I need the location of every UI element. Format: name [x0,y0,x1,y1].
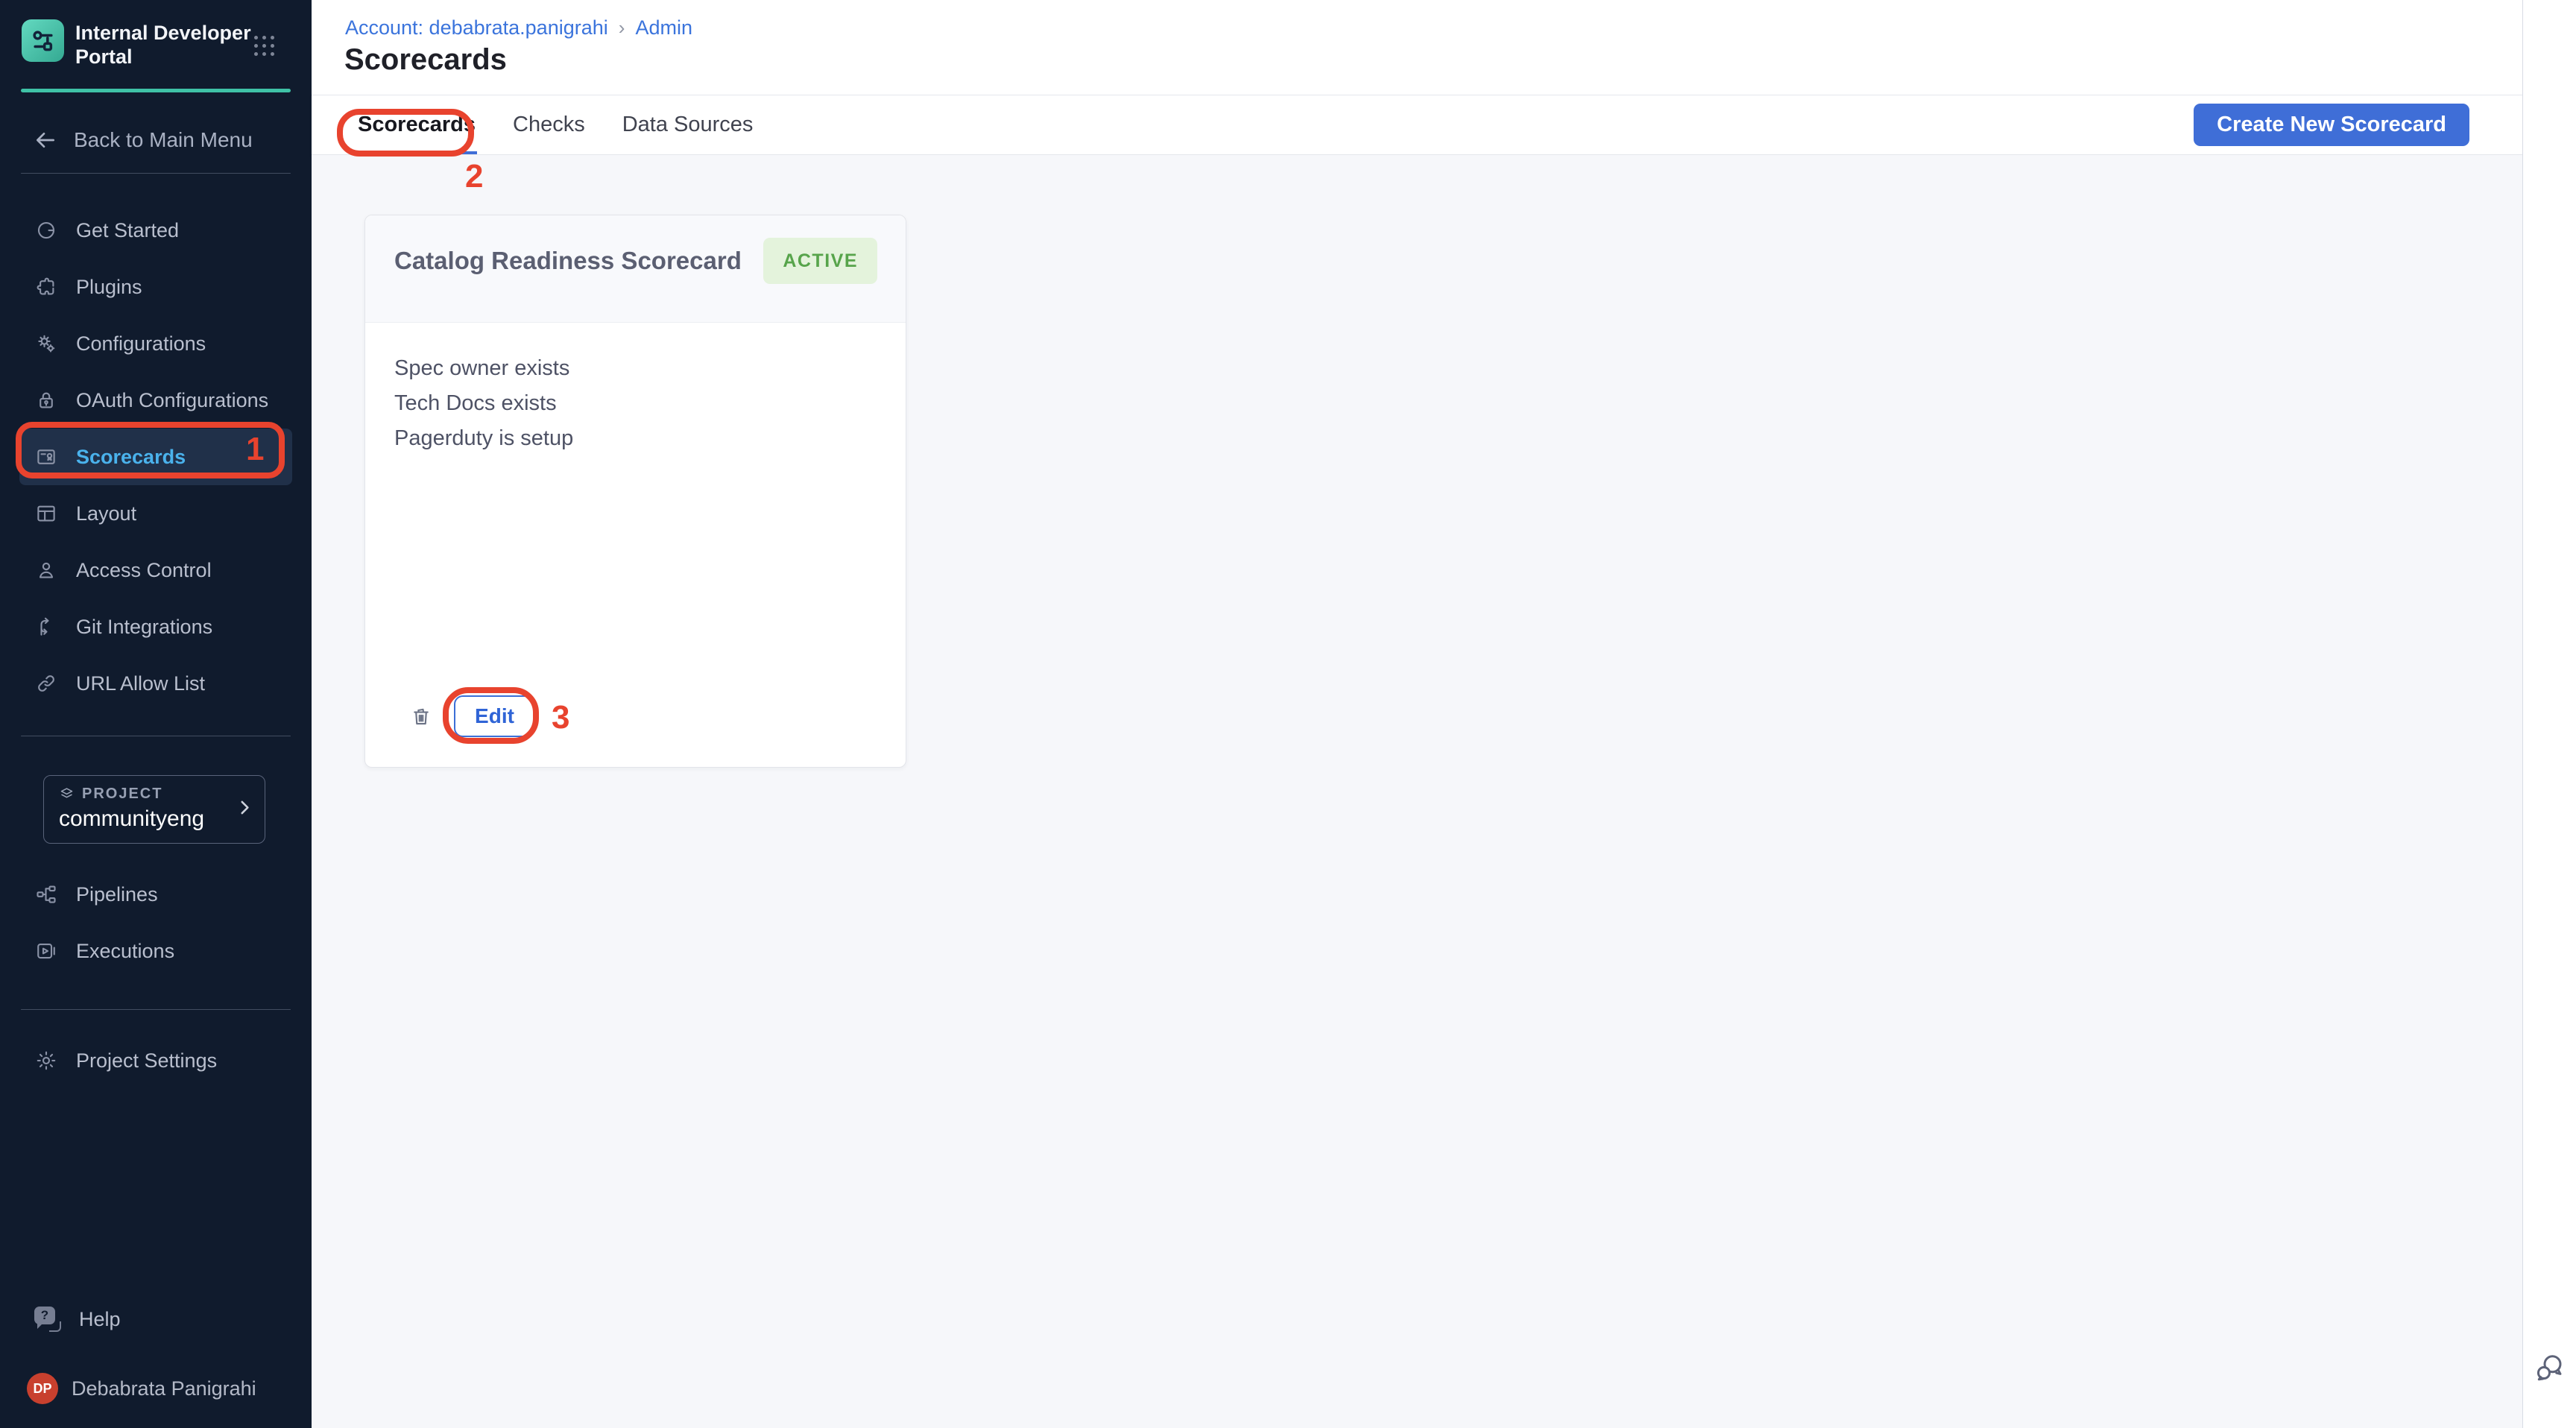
project-nav: Pipelines Executions [0,866,312,979]
apps-grid-icon[interactable] [254,36,274,56]
back-label: Back to Main Menu [74,128,253,152]
gear-icon [34,1049,58,1072]
lock-icon [34,388,58,412]
sidebar-item-git-integrations[interactable]: Git Integrations [19,598,292,655]
play-square-icon [34,939,58,963]
tab-bar: Scorecards Checks Data Sources Create Ne… [312,95,2522,155]
scorecard-card: Catalog Readiness Scorecard ACTIVE Spec … [364,215,906,768]
breadcrumb-account-link[interactable]: Account: debabrata.panigrahi [345,16,608,40]
page-title: Scorecards [344,43,507,77]
sidebar-item-scorecards[interactable]: Scorecards [19,429,292,485]
chat-support-icon[interactable] [2534,1352,2566,1383]
status-badge: ACTIVE [763,238,877,284]
tab-data-sources[interactable]: Data Sources [621,95,755,154]
breadcrumb-separator-icon: › [619,16,625,40]
sidebar-item-pipelines[interactable]: Pipelines [19,866,292,923]
app-title: Internal Developer Portal [75,21,251,69]
check-item: Spec owner exists [394,351,877,386]
avatar: DP [27,1373,58,1404]
sidebar-item-layout[interactable]: Layout [19,485,292,542]
tab-checks[interactable]: Checks [511,95,587,154]
sidebar-item-project-settings[interactable]: Project Settings [19,1032,292,1089]
right-rail [2522,0,2576,1428]
sidebar-item-help[interactable]: ? Help [19,1291,292,1348]
user-icon [34,558,58,582]
project-label-row: PROJECT [59,786,250,803]
check-item: Pagerduty is setup [394,421,877,456]
main-area: Account: debabrata.panigrahi › Admin Sco… [312,0,2522,1428]
idp-logo-icon [22,19,64,62]
content-area: Catalog Readiness Scorecard ACTIVE Spec … [312,155,2522,1428]
scorecard-icon [34,445,58,469]
sidebar-item-plugins[interactable]: Plugins [19,259,292,315]
page-header: Account: debabrata.panigrahi › Admin Sco… [312,0,2522,95]
trash-icon [410,704,432,728]
pipeline-icon [34,882,58,906]
sidebar-item-oauth-configurations[interactable]: OAuth Configurations [19,372,292,429]
breadcrumb: Account: debabrata.panigrahi › Admin [345,16,692,40]
sidebar-nav: Get Started Plugins Configurations OAuth… [0,202,312,712]
link-icon [34,672,58,695]
layers-icon [59,786,75,802]
sidebar-item-get-started[interactable]: Get Started [19,202,292,259]
sidebar-logo-row: Internal Developer Portal [0,0,312,69]
git-branch-icon [34,615,58,639]
sidebar-accent-divider [21,89,291,92]
scorecard-actions: Edit [406,695,535,737]
breadcrumb-admin-link[interactable]: Admin [635,16,692,40]
compass-icon [34,218,58,242]
scorecard-title: Catalog Readiness Scorecard [394,247,742,275]
sidebar: Internal Developer Portal Back to Main M… [0,0,312,1428]
delete-scorecard-button[interactable] [406,701,436,731]
sidebar-item-access-control[interactable]: Access Control [19,542,292,598]
sidebar-divider [21,173,291,174]
create-new-scorecard-button[interactable]: Create New Scorecard [2194,104,2469,146]
project-name: communityeng [59,806,250,832]
user-menu[interactable]: DP Debabrata Panigrahi [19,1373,292,1404]
gears-icon [34,332,58,356]
project-selector[interactable]: PROJECT communityeng [43,775,265,844]
help-chat-icon: ? [34,1307,61,1332]
scorecard-checks-list: Spec owner exists Tech Docs exists Pager… [365,323,906,456]
sidebar-item-url-allow-list[interactable]: URL Allow List [19,655,292,712]
settings-nav: Project Settings [0,1032,312,1089]
tab-scorecards[interactable]: Scorecards [356,95,477,154]
sidebar-divider [21,1009,291,1010]
back-to-main-menu[interactable]: Back to Main Menu [34,128,312,152]
user-name: Debabrata Panigrahi [72,1377,256,1400]
scorecard-card-header: Catalog Readiness Scorecard ACTIVE [365,215,906,323]
project-label: PROJECT [82,786,162,803]
sidebar-item-executions[interactable]: Executions [19,923,292,979]
edit-scorecard-button[interactable]: Edit [454,695,535,737]
layout-icon [34,502,58,525]
chevron-right-icon [235,798,254,821]
app-screen: Internal Developer Portal Back to Main M… [0,0,2576,1428]
plugin-icon [34,275,58,299]
sidebar-item-configurations[interactable]: Configurations [19,315,292,372]
back-arrow-icon [34,128,57,152]
check-item: Tech Docs exists [394,386,877,421]
